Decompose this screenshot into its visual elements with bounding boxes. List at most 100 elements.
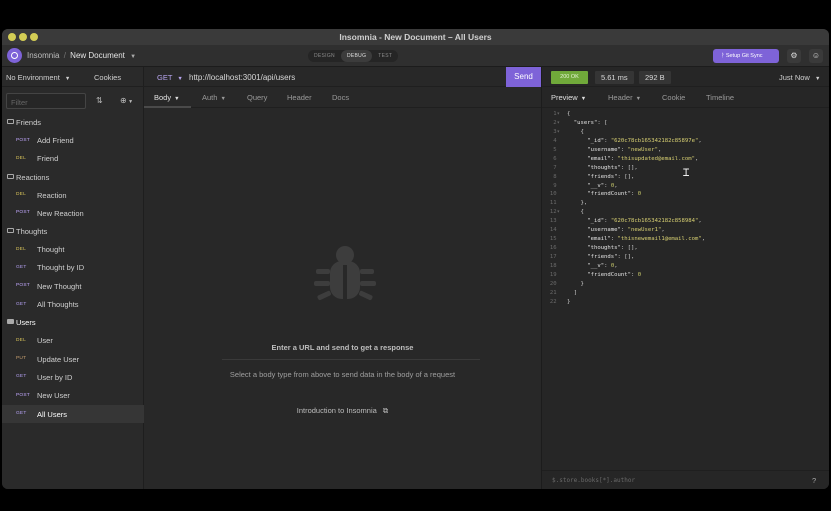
tab-header[interactable]: Header: [287, 93, 312, 102]
tab-body[interactable]: Body ▼: [154, 93, 180, 102]
mode-debug[interactable]: DEBUG: [340, 50, 373, 62]
code-line: 9 "__v": 0,: [542, 183, 829, 192]
code-text: "_id": "620c78cb165342182c858984",: [587, 218, 702, 225]
insomnia-logo-icon[interactable]: [7, 48, 22, 63]
request-all-users[interactable]: GET All Users: [2, 404, 144, 423]
folder-label: Friends: [16, 118, 42, 127]
request-label: New User: [37, 391, 70, 401]
method-badge: POST: [16, 392, 30, 398]
divider: [222, 359, 480, 360]
cookies-button[interactable]: Cookies: [94, 73, 121, 82]
tab-preview[interactable]: Preview ▼: [551, 93, 586, 102]
breadcrumb: Insomnia / New Document ▼: [27, 51, 136, 60]
request-delete-friend[interactable]: DEL Friend: [2, 149, 144, 167]
breadcrumb-app[interactable]: Insomnia: [27, 51, 59, 60]
request-thought-by-id[interactable]: GET Thought by ID: [2, 258, 144, 276]
sidebar: No Environment ▼ Cookies Filter ⇅ ⊕ ▼ Fr…: [2, 67, 144, 489]
code-text: "username": "newUser1",: [587, 227, 665, 234]
introduction-link[interactable]: Introduction to Insomnia ⧉: [144, 406, 541, 416]
request-label: Friend: [37, 154, 59, 164]
request-new-user[interactable]: POST New User: [2, 386, 144, 404]
environment-selector[interactable]: No Environment ▼: [6, 73, 70, 82]
folder-icon: [7, 119, 14, 124]
gear-icon[interactable]: ⚙: [787, 49, 801, 63]
line-number: 14: [549, 227, 560, 234]
sort-icon[interactable]: ⇅: [96, 96, 103, 105]
tab-label: Preview: [551, 93, 578, 102]
tab-timeline[interactable]: Timeline: [706, 93, 734, 102]
line-number: 8: [553, 173, 560, 180]
line-number: 13: [549, 218, 560, 225]
response-time: 5.61 ms: [595, 71, 634, 84]
folder-label: Thoughts: [16, 227, 48, 237]
code-line: 5 "username": "newUser",: [542, 147, 829, 156]
code-line: 22 }: [542, 299, 829, 308]
chevron-down-icon[interactable]: ▼: [130, 54, 136, 60]
folder-icon: [7, 319, 14, 325]
tab-cookie[interactable]: Cookie: [662, 93, 685, 102]
add-menu-icon[interactable]: ⊕ ▼: [120, 96, 133, 105]
response-filter-bar: $.store.books[*].author ?: [542, 470, 829, 489]
method-selector[interactable]: GET ▼: [157, 73, 183, 82]
tab-query[interactable]: Query: [247, 93, 267, 102]
folder-users[interactable]: Users: [2, 313, 144, 331]
tab-auth[interactable]: Auth ▼: [202, 93, 226, 102]
response-size: 292 B: [639, 71, 671, 84]
code-text: "email": "thisupdated@email.com",: [587, 155, 699, 162]
code-text: {: [567, 128, 584, 135]
code-text: "thoughts": [],: [587, 245, 638, 252]
setup-git-sync-button[interactable]: ᚹ Setup Git Sync: [713, 49, 779, 63]
folder-thoughts[interactable]: Thoughts: [2, 222, 144, 240]
line-number: 9: [553, 182, 560, 189]
line-number: 1▾: [553, 111, 560, 117]
status-badge: 200 OK: [551, 71, 588, 84]
code-line: 17 "friends": [],: [542, 254, 829, 263]
breadcrumb-document[interactable]: New Document: [70, 51, 125, 60]
git-sync-label: Setup Git Sync: [725, 53, 763, 59]
request-new-reaction[interactable]: POST New Reaction: [2, 204, 144, 222]
line-number: 17: [549, 254, 560, 260]
text-cursor-icon: Ꮖ: [683, 168, 690, 179]
request-new-thought[interactable]: POST New Thought: [2, 277, 144, 295]
chevron-down-icon: ▼: [635, 96, 642, 102]
line-number: 2▾: [553, 119, 560, 126]
breadcrumb-separator: /: [63, 51, 66, 60]
empty-state-hint: Select a body type from above to send da…: [229, 370, 456, 379]
code-text: "__v": 0,: [587, 182, 618, 189]
chevron-down-icon: ▼: [580, 96, 587, 102]
line-number: 19: [549, 271, 560, 278]
request-all-thoughts[interactable]: GET All Thoughts: [2, 295, 144, 313]
response-body[interactable]: 1▾{2▾ "users": [3▾ {4 "_id": "620c78cb16…: [542, 111, 829, 308]
sidebar-filter-input[interactable]: Filter: [6, 93, 86, 109]
tab-header[interactable]: Header ▼: [608, 93, 641, 102]
request-delete-reaction[interactable]: DEL Reaction: [2, 186, 144, 204]
environment-label: No Environment: [6, 73, 60, 82]
request-label: All Users: [37, 409, 68, 419]
request-delete-user[interactable]: DEL User: [2, 331, 144, 349]
request-update-user[interactable]: PUT Update User: [2, 350, 144, 368]
folder-label: Users: [16, 318, 36, 328]
line-number: 20: [549, 280, 560, 287]
mode-design[interactable]: DESIGN: [308, 50, 341, 62]
folder-reactions[interactable]: Reactions: [2, 168, 144, 186]
code-text: "friendCount": 0: [587, 271, 642, 278]
history-selector[interactable]: Just Now ▼: [779, 73, 820, 82]
mode-test[interactable]: TEST: [372, 50, 398, 62]
request-delete-thought[interactable]: DEL Thought: [2, 240, 144, 258]
request-label: Reaction: [37, 190, 67, 200]
request-user-by-id[interactable]: GET User by ID: [2, 368, 144, 386]
help-icon[interactable]: ?: [812, 476, 816, 485]
send-button[interactable]: Send: [506, 67, 541, 87]
request-label: Add Friend: [37, 136, 74, 145]
user-icon[interactable]: ☺: [809, 49, 823, 63]
request-add-friend[interactable]: POST Add Friend: [2, 131, 144, 149]
folder-friends[interactable]: Friends: [2, 113, 144, 131]
tab-label: Body: [154, 93, 172, 102]
line-number: 7: [553, 164, 560, 171]
tab-docs[interactable]: Docs: [332, 93, 349, 102]
method-label: GET: [157, 73, 173, 82]
url-input[interactable]: http://localhost:3001/api/users: [189, 73, 295, 82]
code-line: 15 "email": "thisnewemail1@email.com",: [542, 236, 829, 245]
response-filter-input[interactable]: $.store.books[*].author: [552, 477, 635, 484]
external-link-icon: ⧉: [382, 406, 389, 415]
